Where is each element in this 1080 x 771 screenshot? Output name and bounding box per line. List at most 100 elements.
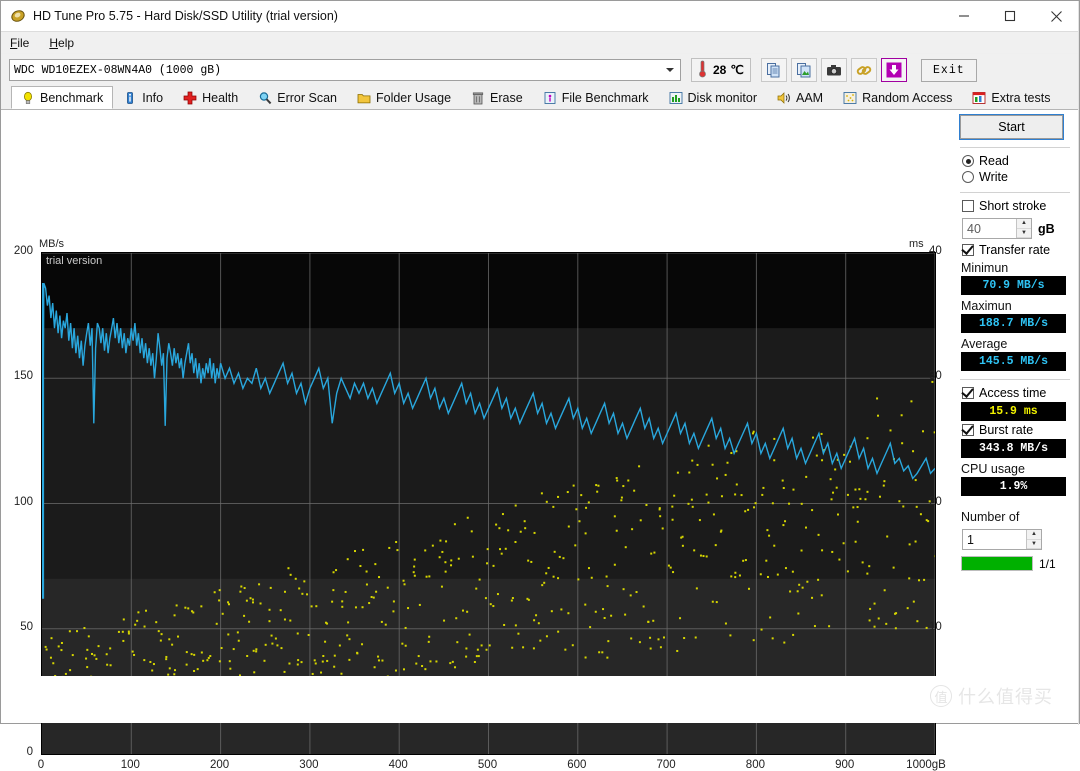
tab-info-label: Info	[142, 91, 163, 105]
menu-bar: File Help	[1, 32, 1079, 54]
radio-read-label: Read	[979, 154, 1009, 168]
menu-file[interactable]: File	[10, 36, 29, 50]
start-button[interactable]: Start	[960, 115, 1063, 139]
progress-row: 1/1	[961, 556, 1074, 571]
progress-label: 1/1	[1039, 557, 1056, 571]
number-of-value: 1	[967, 533, 974, 547]
checkbox-short-stroke[interactable]: Short stroke	[962, 199, 1074, 213]
tab-erase[interactable]: Erase	[461, 86, 533, 109]
short-stroke-unit: gB	[1038, 222, 1055, 236]
cpu-usage-label: CPU usage	[961, 462, 1074, 476]
health-cross-icon	[183, 91, 197, 105]
drive-select-value: WDC WD10EZEX-08WN4A0 (1000 gB)	[14, 64, 221, 77]
checkbox-short-stroke-label: Short stroke	[979, 199, 1046, 213]
tab-health[interactable]: Health	[173, 86, 248, 109]
temperature-value: 28	[713, 63, 726, 77]
tab-extra-tests[interactable]: Extra tests	[962, 86, 1060, 109]
y-axis-tick: 200	[3, 245, 33, 257]
speaker-icon	[777, 91, 791, 105]
link-icon[interactable]	[851, 58, 877, 82]
checkbox-burst-rate-indicator	[962, 424, 974, 436]
magnifier-icon	[258, 91, 272, 105]
tab-random-access[interactable]: Random Access	[833, 86, 962, 109]
bulb-icon	[21, 91, 35, 105]
short-stroke-stepper-buttons[interactable]: ▲ ▼	[1016, 219, 1031, 238]
chevron-down-icon	[666, 68, 674, 72]
camera-icon[interactable]	[821, 58, 847, 82]
trial-watermark: trial version	[46, 255, 102, 267]
maximize-button[interactable]	[987, 1, 1033, 31]
checkbox-transfer-rate-indicator	[962, 244, 974, 256]
title-bar: HD Tune Pro 5.75 - Hard Disk/SSD Utility…	[1, 1, 1079, 32]
close-button[interactable]	[1033, 1, 1079, 31]
number-of-stepper[interactable]: 1 ▲ ▼	[962, 529, 1042, 550]
tab-disk-monitor[interactable]: Disk monitor	[659, 86, 767, 109]
toolbar: WDC WD10EZEX-08WN4A0 (1000 gB) 28 ℃	[1, 54, 1079, 86]
maximum-value: 188.7 MB/s	[961, 314, 1066, 333]
y2-axis-tick: 40	[929, 245, 959, 257]
checkbox-access-time-indicator	[962, 387, 974, 399]
radio-read[interactable]: Read	[962, 154, 1074, 168]
stepper-down-icon[interactable]: ▼	[1017, 229, 1031, 239]
x-axis-tick: 800	[733, 759, 777, 771]
extra-tests-icon	[972, 91, 986, 105]
tab-info[interactable]: Info	[113, 86, 173, 109]
hdtune-icon	[10, 8, 26, 24]
bar-chart-icon	[669, 91, 683, 105]
tab-benchmark[interactable]: Benchmark	[11, 86, 113, 109]
y2-axis-tick: 10	[929, 621, 959, 633]
minimum-label: Minimun	[961, 261, 1074, 275]
exit-button[interactable]: Exit	[921, 59, 977, 82]
x-axis-tick: 500	[466, 759, 510, 771]
status-bar: 值 什么值得买	[1, 676, 1079, 723]
stepper-up-icon[interactable]: ▲	[1017, 219, 1031, 229]
short-stroke-size-row: 40 ▲ ▼ gB	[962, 218, 1074, 239]
checkbox-transfer-rate[interactable]: Transfer rate	[962, 243, 1074, 257]
temperature-indicator[interactable]: 28 ℃	[691, 58, 751, 82]
copy-image-icon[interactable]	[791, 58, 817, 82]
y-axis-tick: 50	[3, 621, 33, 633]
tab-aam[interactable]: AAM	[767, 86, 833, 109]
x-axis-tick: 1000gB	[904, 759, 948, 771]
x-axis-tick: 900	[823, 759, 867, 771]
x-axis-tick: 100	[108, 759, 152, 771]
cpu-usage-value: 1.9%	[961, 477, 1066, 496]
checkbox-burst-rate[interactable]: Burst rate	[962, 423, 1074, 437]
x-axis-tick: 200	[198, 759, 242, 771]
tab-error-scan-label: Error Scan	[277, 91, 337, 105]
divider	[960, 192, 1070, 193]
tab-extra-tests-label: Extra tests	[991, 91, 1050, 105]
tab-file-benchmark-label: File Benchmark	[562, 91, 649, 105]
stepper-down-icon[interactable]: ▼	[1027, 540, 1041, 550]
stepper-up-icon[interactable]: ▲	[1027, 530, 1041, 540]
short-stroke-stepper[interactable]: 40 ▲ ▼	[962, 218, 1032, 239]
tab-aam-label: AAM	[796, 91, 823, 105]
tab-file-benchmark[interactable]: File Benchmark	[533, 86, 659, 109]
number-of-stepper-buttons[interactable]: ▲ ▼	[1026, 530, 1041, 549]
radio-read-indicator	[962, 155, 974, 167]
minimize-button[interactable]	[941, 1, 987, 31]
benchmark-panel: Start Read Write Short stroke 40 ▲	[956, 110, 1074, 711]
x-axis-tick: 600	[555, 759, 599, 771]
site-watermark-mark: 值	[930, 685, 952, 707]
x-axis-tick: 300	[287, 759, 331, 771]
tab-erase-label: Erase	[490, 91, 523, 105]
tab-error-scan[interactable]: Error Scan	[248, 86, 347, 109]
tab-folder-usage[interactable]: Folder Usage	[347, 86, 461, 109]
y-axis-unit: MB/s	[39, 238, 64, 250]
radio-write[interactable]: Write	[962, 170, 1074, 184]
y2-axis-tick: 30	[929, 370, 959, 382]
window-title: HD Tune Pro 5.75 - Hard Disk/SSD Utility…	[33, 9, 338, 23]
file-benchmark-icon	[543, 91, 557, 105]
copy-icon[interactable]	[761, 58, 787, 82]
menu-help[interactable]: Help	[49, 36, 74, 50]
content-area: MB/s ms trial version 050100150200 40302…	[1, 110, 1079, 711]
drive-select[interactable]: WDC WD10EZEX-08WN4A0 (1000 gB)	[9, 59, 681, 81]
checkbox-access-time[interactable]: Access time	[962, 386, 1074, 400]
random-access-icon	[843, 91, 857, 105]
y-axis-tick: 150	[3, 370, 33, 382]
download-icon[interactable]	[881, 58, 907, 82]
tab-health-label: Health	[202, 91, 238, 105]
y-axis-tick: 0	[3, 746, 33, 758]
tab-folder-usage-label: Folder Usage	[376, 91, 451, 105]
